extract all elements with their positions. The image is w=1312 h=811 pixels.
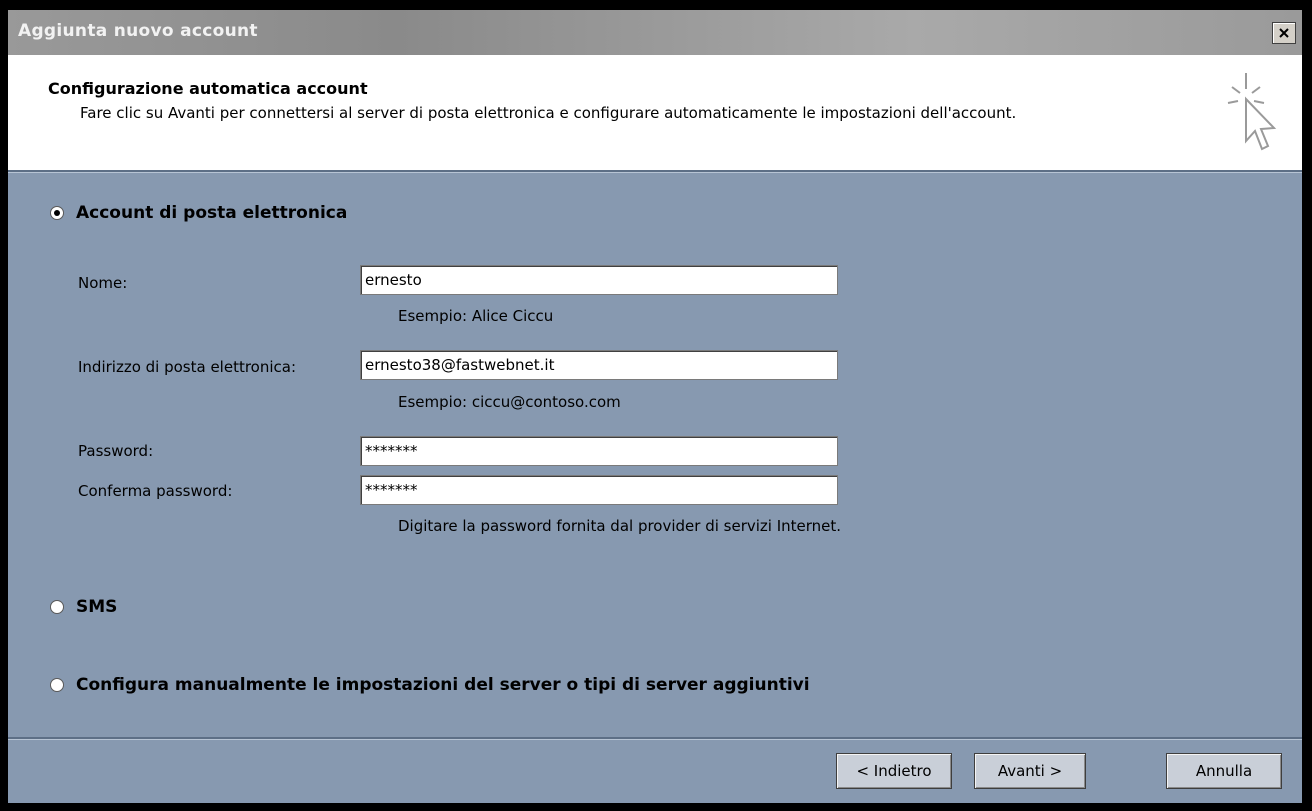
name-label: Nome: bbox=[78, 274, 128, 292]
header-separator bbox=[8, 170, 1302, 173]
manual-config-option[interactable]: Configura manualmente le impostazioni de… bbox=[50, 675, 810, 695]
back-button[interactable]: < Indietro bbox=[836, 753, 952, 789]
footer-separator bbox=[8, 737, 1302, 740]
email-account-label: Account di posta elettronica bbox=[76, 203, 348, 223]
page-title: Configurazione automatica account bbox=[48, 79, 368, 98]
confirm-password-label: Conferma password: bbox=[78, 482, 233, 500]
cursor-click-icon bbox=[1227, 73, 1277, 151]
close-icon bbox=[1279, 28, 1289, 38]
password-hint: Digitare la password fornita dal provide… bbox=[398, 517, 842, 535]
name-example-hint: Esempio: Alice Ciccu bbox=[398, 307, 554, 325]
password-label: Password: bbox=[78, 442, 154, 460]
close-button[interactable] bbox=[1272, 22, 1296, 44]
sms-radio[interactable] bbox=[50, 600, 64, 614]
name-input[interactable] bbox=[360, 265, 838, 295]
email-example-hint: Esempio: ciccu@contoso.com bbox=[398, 393, 621, 411]
email-account-radio[interactable] bbox=[50, 206, 64, 220]
title-bar: Aggiunta nuovo account bbox=[8, 10, 1302, 55]
manual-config-label: Configura manualmente le impostazioni de… bbox=[76, 675, 810, 695]
email-label: Indirizzo di posta elettronica: bbox=[78, 358, 297, 376]
sms-option[interactable]: SMS bbox=[50, 597, 117, 617]
email-input[interactable] bbox=[360, 350, 838, 380]
confirm-password-input[interactable] bbox=[360, 475, 838, 505]
radio-selected-dot bbox=[54, 210, 60, 216]
email-account-option[interactable]: Account di posta elettronica bbox=[50, 203, 347, 223]
manual-config-radio[interactable] bbox=[50, 678, 64, 692]
add-account-dialog: Aggiunta nuovo account Configurazione au… bbox=[8, 10, 1302, 803]
cancel-button[interactable]: Annulla bbox=[1166, 753, 1282, 789]
window-title: Aggiunta nuovo account bbox=[18, 21, 258, 41]
page-description: Fare clic su Avanti per connettersi al s… bbox=[80, 104, 1017, 122]
sms-label: SMS bbox=[76, 597, 118, 617]
wizard-header: Configurazione automatica account Fare c… bbox=[8, 55, 1302, 170]
password-input[interactable] bbox=[360, 436, 838, 466]
next-button[interactable]: Avanti > bbox=[974, 753, 1086, 789]
